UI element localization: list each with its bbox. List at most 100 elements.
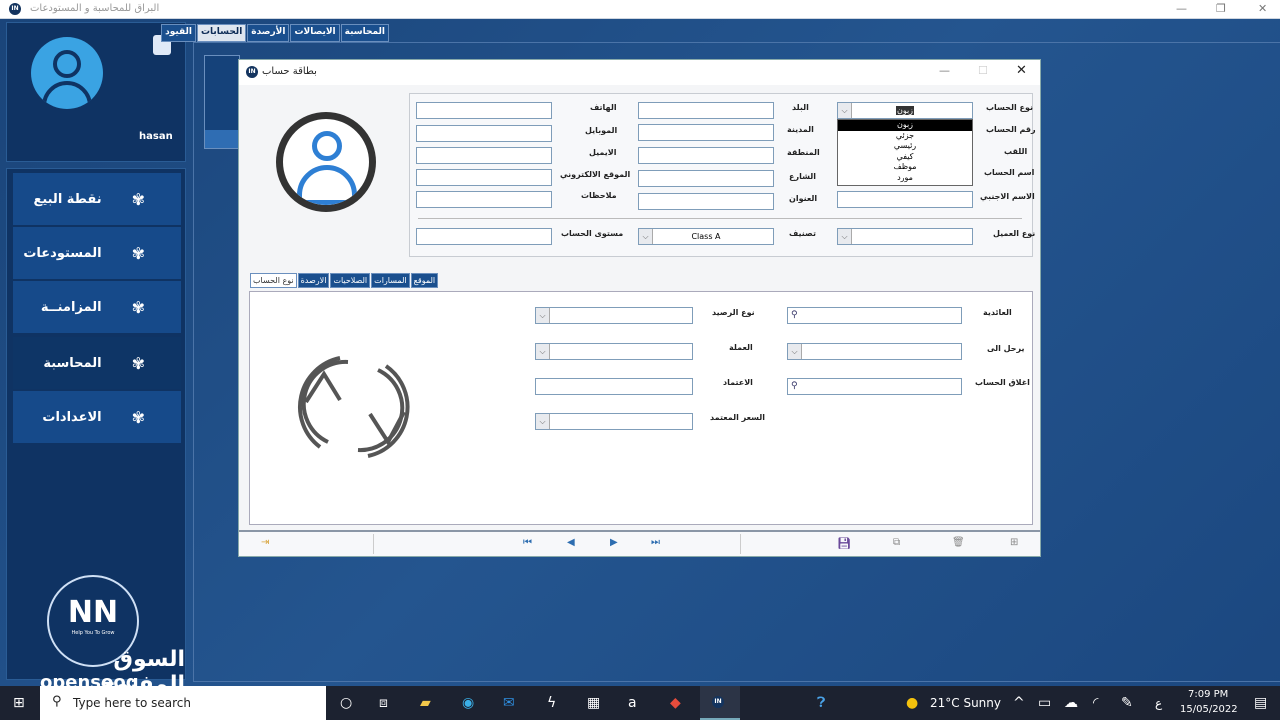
avatar[interactable] [31, 37, 103, 109]
task-view-icon[interactable]: ⧈ [379, 695, 388, 711]
search-icon[interactable]: ⚲ [791, 308, 798, 323]
country-input[interactable] [638, 102, 774, 119]
dialog-minimize-button[interactable]: — [939, 64, 950, 77]
option-main[interactable]: رئيسي [838, 141, 972, 152]
top-tabs: المحاسبة الايصالات الأرصدة الحسابات القي… [161, 24, 389, 42]
option-supplier[interactable]: مورد [838, 173, 972, 184]
sidebar-item-sync[interactable]: ✾ المزامنــة [13, 281, 181, 333]
first-record-icon[interactable]: ⏮ [523, 537, 532, 548]
tab-paths[interactable]: المسارات [371, 273, 410, 288]
sidebar-item-settings[interactable]: ✾ الاعدادات [13, 391, 181, 443]
maximize-button[interactable]: ❐ [1216, 2, 1226, 15]
cortana-icon[interactable]: ○ [340, 695, 352, 711]
account-card-dialog: IN بطاقة حساب — ☐ ✕ نوع الحساب ⌵ زبون رقم… [238, 59, 1041, 557]
chevron-down-icon[interactable]: ⌵ [536, 414, 550, 429]
clock-time[interactable]: 7:09 PM [1188, 689, 1228, 700]
customer-type-dropdown[interactable]: ⌵ [837, 228, 973, 245]
sidebar-item-accounting[interactable]: ✾ المحاسبة [13, 337, 181, 389]
close-account-search[interactable]: ⚲ [787, 378, 962, 395]
currency-dropdown[interactable]: ⌵ [535, 343, 693, 360]
windows-start-icon[interactable]: ⊞ [13, 695, 25, 711]
phone-input[interactable] [416, 102, 552, 119]
clock-date[interactable]: 15/05/2022 [1180, 704, 1238, 715]
dialog-close-button[interactable]: ✕ [1016, 63, 1027, 78]
chevron-down-icon[interactable]: ⌵ [536, 308, 550, 323]
next-record-icon[interactable]: ▶ [610, 537, 618, 548]
post-to-dropdown[interactable]: ⌵ [787, 343, 962, 360]
account-avatar[interactable] [276, 112, 376, 212]
city-input[interactable] [638, 124, 774, 141]
balance-type-dropdown[interactable]: ⌵ [535, 307, 693, 324]
option-partial[interactable]: جزئي [838, 131, 972, 142]
credit-input[interactable] [535, 378, 693, 395]
tab-receipts[interactable]: الايصالات [290, 24, 340, 42]
save-icon[interactable]: 💾︎ [837, 537, 851, 550]
tab-permissions[interactable]: الصلاحيات [330, 273, 371, 288]
last-record-icon[interactable]: ⏭ [651, 537, 660, 548]
chevron-up-icon[interactable]: ^ [1013, 695, 1025, 711]
tab-balances[interactable]: الأرصدة [247, 24, 290, 42]
tab-account-type[interactable]: نوع الحساب [250, 273, 297, 288]
store-icon[interactable]: ▦ [587, 695, 600, 711]
new-record-icon[interactable]: ⊞ [1010, 537, 1018, 548]
account-level-input[interactable] [416, 228, 552, 245]
app-icon[interactable]: ϟ [547, 695, 556, 711]
foreign-name-input[interactable] [837, 191, 973, 208]
option-employee[interactable]: موظف [838, 162, 972, 173]
delete-icon[interactable]: 🗑︎ [952, 537, 965, 548]
help-icon[interactable]: ❓︎ [817, 695, 825, 711]
tab-accounts[interactable]: الحسابات [196, 24, 247, 42]
language-indicator[interactable]: ع [1155, 696, 1162, 710]
previous-record-icon[interactable]: ◀ [567, 537, 575, 548]
wifi-icon[interactable]: ◜ [1093, 695, 1098, 711]
notifications-icon[interactable]: ▤ [1254, 695, 1267, 711]
mobile-input[interactable] [416, 125, 552, 142]
region-input[interactable] [638, 147, 774, 164]
close-account-label: اغلاق الحساب [975, 378, 1030, 387]
website-input[interactable] [416, 169, 552, 186]
mail-icon[interactable]: ✉ [503, 695, 515, 711]
sidebar-item-label: المستودعات [23, 245, 102, 261]
weather-text[interactable]: 21°C Sunny [930, 696, 1001, 710]
edge-icon[interactable]: ◉ [462, 695, 474, 711]
account-type-dropdown[interactable]: ⌵ زبون [837, 102, 973, 119]
chevron-down-icon[interactable]: ⌵ [536, 344, 550, 359]
minimize-button[interactable]: — [1176, 2, 1187, 15]
chevron-down-icon[interactable]: ⌵ [838, 103, 852, 118]
tab-entries[interactable]: القيود [161, 24, 196, 42]
dialog-maximize-button[interactable]: ☐ [978, 64, 988, 77]
approved-price-dropdown[interactable]: ⌵ [535, 413, 693, 430]
tab-balances[interactable]: الارصدة [297, 273, 330, 288]
notes-input[interactable] [416, 191, 552, 208]
website-label: الموقع الالكتروني [560, 170, 631, 179]
street-input[interactable] [638, 170, 774, 187]
pen-icon[interactable]: ✎ [1121, 695, 1133, 711]
address-input[interactable] [638, 193, 774, 210]
chevron-down-icon[interactable]: ⌵ [639, 229, 653, 244]
battery-icon[interactable]: ▭ [1038, 695, 1051, 711]
classification-dropdown[interactable]: ⌵ Class A [638, 228, 774, 245]
belonging-search[interactable]: ⚲ [787, 307, 962, 324]
option-custom[interactable]: كيفي [838, 152, 972, 163]
tab-accounting[interactable]: المحاسبة [340, 24, 389, 42]
amazon-icon[interactable]: a [628, 695, 637, 711]
exit-icon[interactable]: ⇥ [261, 537, 269, 548]
chevron-down-icon[interactable]: ⌵ [838, 229, 852, 244]
address-label: العنوان [789, 194, 818, 203]
active-app-button[interactable]: IN [700, 686, 740, 720]
approved-price-label: السعر المعتمد [710, 413, 766, 422]
file-explorer-icon[interactable]: ▰ [420, 695, 431, 711]
notes-label: ملاحظات [581, 191, 617, 200]
sidebar-item-warehouses[interactable]: ✾ المستودعات [13, 227, 181, 279]
option-customer[interactable]: زبون [838, 120, 972, 131]
sidebar-item-pos[interactable]: ✾ نقطة البيع [13, 173, 181, 225]
copy-icon[interactable]: ⧉ [893, 537, 900, 548]
search-icon[interactable]: ⚲ [791, 379, 798, 394]
close-button[interactable]: ✕ [1258, 2, 1267, 15]
tab-location[interactable]: الموقع [410, 273, 439, 288]
chevron-down-icon[interactable]: ⌵ [788, 344, 802, 359]
anydesk-icon[interactable]: ◆ [670, 695, 681, 711]
belonging-label: العائدية [983, 308, 1012, 317]
email-input[interactable] [416, 147, 552, 164]
onedrive-icon[interactable]: ☁ [1064, 695, 1078, 711]
